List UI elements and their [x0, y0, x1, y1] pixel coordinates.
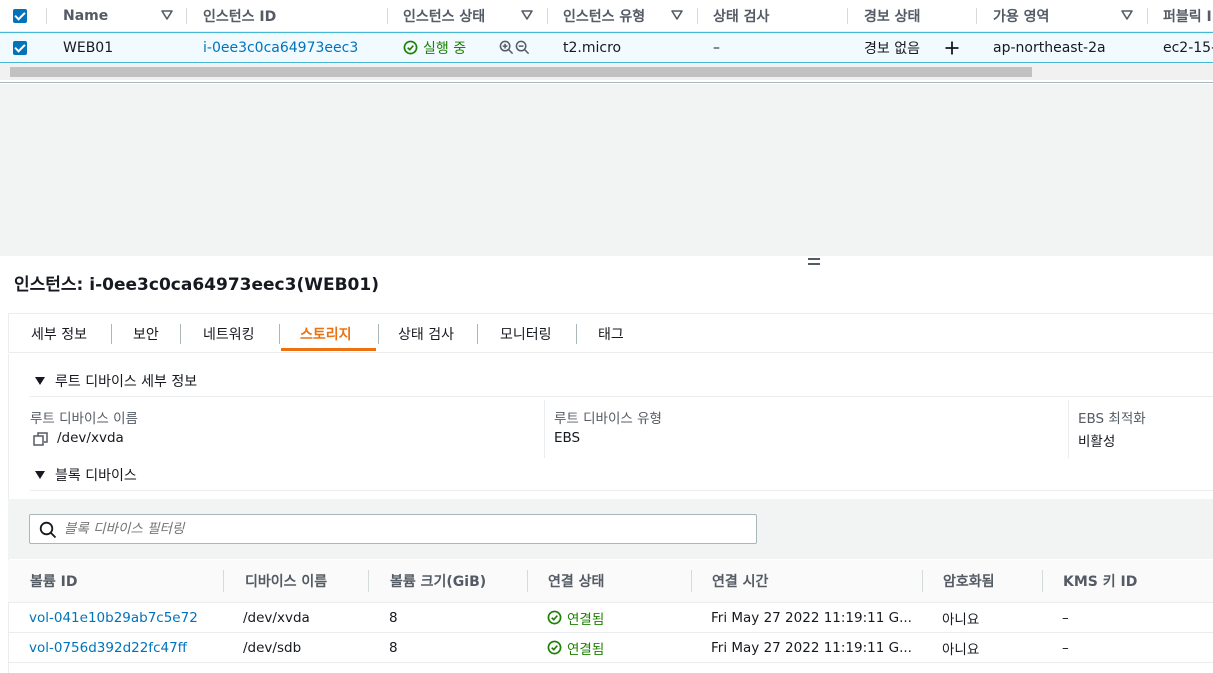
tab-tags[interactable]: 태그: [598, 314, 624, 353]
availability-zone-value: ap-northeast-2a: [993, 39, 1106, 56]
instance-name: WEB01: [63, 39, 114, 56]
tab-status-checks[interactable]: 상태 검사: [398, 314, 454, 353]
select-all-checkbox[interactable]: [13, 0, 29, 31]
volume-id-link[interactable]: vol-041e10b29ab7c5e72: [29, 603, 229, 632]
caret-down-icon: [35, 377, 45, 385]
copy-icon[interactable]: [33, 432, 48, 446]
device-name: /dev/sdb: [243, 639, 302, 656]
column-header-public[interactable]: 퍼블릭 I: [1163, 0, 1213, 31]
root-device-type-label: 루트 디바이스 유형: [554, 411, 662, 427]
public-dns-value: ec2-15-: [1163, 39, 1213, 56]
status-ok-icon: [547, 610, 562, 625]
attach-status-label: 연결됨: [567, 641, 605, 658]
root-device-section-toggle[interactable]: 루트 디바이스 세부 정보: [35, 371, 197, 391]
volumes-table-header: 볼륨 ID 디바이스 이름 볼륨 크기(GiB) 연결 상태 연결 시간 암호화…: [8, 560, 1213, 603]
zoom-controls: [499, 33, 533, 62]
kms-key-id: –: [1062, 639, 1069, 656]
block-device-section-toggle[interactable]: 블록 디바이스: [35, 465, 137, 485]
sort-caret-icon[interactable]: [1120, 8, 1134, 22]
column-header-kms-key-id[interactable]: KMS 키 ID: [1063, 560, 1203, 602]
zoom-out-icon[interactable]: [515, 40, 530, 55]
tab-networking[interactable]: 네트워킹: [203, 314, 255, 353]
column-header-status-check[interactable]: 상태 검사: [713, 0, 833, 31]
status-ok-icon: [547, 640, 562, 655]
search-icon: [39, 521, 57, 539]
column-header-instance-type[interactable]: 인스턴스 유형: [563, 0, 668, 31]
encrypted: 아니요: [942, 611, 980, 628]
table-empty-area: [0, 84, 1213, 256]
instance-state: 실행 중: [403, 33, 493, 62]
volume-size: 8: [389, 639, 398, 656]
table-row[interactable]: vol-0756d392d22fc47ff /dev/sdb 8 연결됨 Fri…: [8, 633, 1213, 663]
device-name: /dev/xvda: [243, 609, 310, 626]
block-device-section-heading: 블록 디바이스: [55, 468, 137, 484]
drag-handle-icon[interactable]: [808, 258, 824, 270]
active-tab-indicator: [281, 348, 376, 351]
instances-table-header: Name 인스턴스 ID 인스턴스 상태 인스턴스 유형 상태 검사 경보 상태…: [0, 0, 1213, 32]
checkbox-checked-icon: [13, 40, 27, 55]
column-header-alarm-status[interactable]: 경보 상태: [864, 0, 964, 31]
instance-type: t2.micro: [563, 39, 622, 56]
attach-status: 연결됨: [547, 603, 687, 632]
encrypted: 아니요: [942, 641, 980, 658]
scrollbar-thumb[interactable]: [10, 67, 1032, 77]
checkbox-checked-icon: [13, 8, 27, 23]
column-header-instance-state[interactable]: 인스턴스 상태: [403, 0, 513, 31]
zoom-in-icon[interactable]: [499, 40, 514, 55]
block-device-filter-input[interactable]: [64, 519, 744, 539]
column-header-attach-time[interactable]: 연결 시간: [712, 560, 912, 602]
row-checkbox[interactable]: [13, 33, 29, 62]
tab-security[interactable]: 보안: [133, 314, 159, 353]
volume-id-link[interactable]: vol-0756d392d22fc47ff: [29, 633, 229, 662]
tab-monitoring[interactable]: 모니터링: [500, 314, 552, 353]
column-header-volume-id[interactable]: 볼륨 ID: [30, 560, 210, 602]
details-tabs: 세부 정보 보안 네트워킹 스토리지 상태 검사 모니터링 태그: [8, 313, 1213, 353]
attach-status: 연결됨: [547, 633, 687, 662]
root-device-name-label: 루트 디바이스 이름: [30, 411, 138, 427]
status-check-value: –: [713, 39, 720, 56]
attach-time: Fri May 27 2022 11:19:11 G...: [711, 609, 912, 626]
table-row[interactable]: vol-041e10b29ab7c5e72 /dev/xvda 8 연결됨 Fr…: [8, 603, 1213, 633]
sort-caret-icon[interactable]: [520, 8, 534, 22]
plus-icon: [945, 41, 959, 54]
status-ok-icon: [403, 40, 418, 55]
ebs-optimized-label: EBS 최적화: [1078, 411, 1146, 427]
tab-details[interactable]: 세부 정보: [31, 314, 87, 353]
column-header-attach-status[interactable]: 연결 상태: [548, 560, 688, 602]
column-header-volume-size[interactable]: 볼륨 크기(GiB): [390, 560, 530, 602]
add-alarm-button[interactable]: [944, 33, 962, 62]
root-device-section-heading: 루트 디바이스 세부 정보: [55, 374, 198, 390]
attach-time: Fri May 27 2022 11:19:11 G...: [711, 639, 912, 656]
volume-size: 8: [389, 609, 398, 626]
column-header-availability-zone[interactable]: 가용 영역: [993, 0, 1113, 31]
instance-id-link[interactable]: i-0ee3c0ca64973eec3: [203, 33, 373, 62]
details-panel-title: 인스턴스: i-0ee3c0ca64973eec3(WEB01): [14, 275, 379, 295]
kms-key-id: –: [1062, 609, 1069, 626]
root-device-type-value: EBS: [554, 430, 581, 446]
attach-status-label: 연결됨: [567, 611, 605, 628]
ebs-optimized-value: 비활성: [1078, 434, 1116, 450]
sort-caret-icon[interactable]: [670, 8, 684, 22]
root-device-name-value: /dev/xvda: [57, 430, 124, 446]
column-header-device-name[interactable]: 디바이스 이름: [245, 560, 365, 602]
column-header-instance-id[interactable]: 인스턴스 ID: [203, 0, 373, 31]
sort-caret-icon[interactable]: [160, 8, 174, 22]
block-device-filter[interactable]: [29, 514, 757, 544]
horizontal-scrollbar[interactable]: [0, 64, 1213, 80]
instance-state-label: 실행 중: [423, 40, 467, 57]
alarm-status-value: 경보 없음: [864, 40, 920, 57]
instances-table: Name 인스턴스 ID 인스턴스 상태 인스턴스 유형 상태 검사 경보 상태…: [0, 0, 1213, 83]
column-header-encrypted[interactable]: 암호화됨: [943, 560, 1043, 602]
instance-row[interactable]: WEB01 i-0ee3c0ca64973eec3 실행 중 t2.micro …: [0, 32, 1213, 63]
column-header-name[interactable]: Name: [63, 0, 153, 31]
caret-down-icon: [35, 471, 45, 479]
